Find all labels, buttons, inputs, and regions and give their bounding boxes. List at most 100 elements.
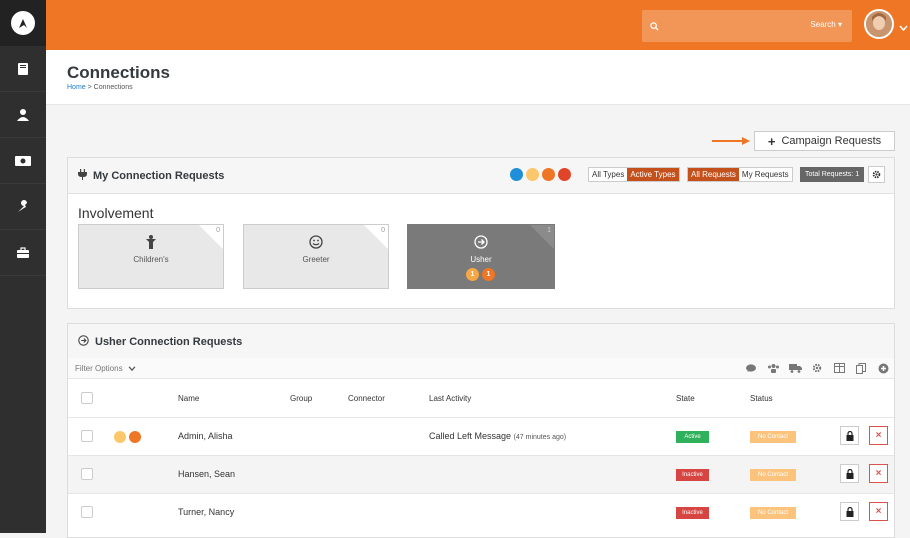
status-dot-red[interactable] (558, 168, 571, 181)
gear-icon (872, 170, 881, 179)
column-header-name[interactable]: Name (178, 394, 199, 403)
search-scope-dropdown[interactable]: Search ▾ (810, 20, 842, 29)
row-name: Admin, Alisha (178, 431, 233, 441)
column-header-group[interactable]: Group (290, 394, 312, 403)
tile-count: 0 (381, 227, 385, 234)
sidebar-item-book[interactable] (0, 46, 46, 92)
column-header-last-activity[interactable]: Last Activity (429, 394, 471, 403)
search-input[interactable]: Search ▾ (642, 10, 852, 42)
all-types-toggle[interactable]: All Types (589, 168, 627, 181)
bulk-update-truck-icon[interactable] (788, 361, 802, 375)
lock-button[interactable] (840, 464, 859, 483)
lock-icon (846, 506, 853, 517)
delete-button[interactable]: × (869, 426, 888, 445)
sidebar-item-admin[interactable] (0, 230, 46, 276)
logo-icon (11, 11, 35, 35)
briefcase-icon (17, 246, 29, 258)
page-title: Connections (67, 63, 170, 82)
pointer-arrow-icon (712, 137, 750, 145)
tile-count: 1 (547, 227, 551, 234)
row-status-dot-yellow (114, 431, 126, 443)
delete-button[interactable]: × (869, 464, 888, 483)
close-icon: × (875, 506, 882, 517)
sidebar-item-people[interactable] (0, 92, 46, 138)
state-badge: Inactive (676, 469, 709, 481)
activity-text: Called Left Message (429, 431, 512, 441)
merge-people-icon[interactable] (766, 361, 780, 375)
money-icon (15, 155, 31, 166)
search-icon (650, 18, 659, 36)
status-badge: No Contact (750, 507, 796, 519)
row-name: Turner, Nancy (178, 507, 235, 517)
lock-button[interactable] (840, 502, 859, 521)
table-row[interactable]: Turner, Nancy Inactive No Contact × (68, 493, 894, 531)
row-checkbox[interactable] (81, 468, 93, 480)
delete-button[interactable]: × (869, 502, 888, 521)
select-all-checkbox[interactable] (81, 392, 93, 404)
column-header-state[interactable]: State (676, 394, 695, 403)
breadcrumb-current: Connections (93, 84, 133, 91)
status-badge: No Contact (750, 431, 796, 443)
tile-childrens[interactable]: 0 Children's (78, 224, 224, 289)
sidebar-item-finance[interactable] (0, 138, 46, 184)
column-header-connector[interactable]: Connector (348, 394, 385, 403)
tile-name: Children's (133, 255, 169, 264)
lock-icon (846, 468, 853, 479)
arrow-circle-right-icon (78, 334, 89, 349)
wrench-icon (18, 199, 27, 212)
child-icon (79, 235, 223, 249)
usher-panel-title: Usher Connection Requests (95, 335, 243, 348)
state-badge: Inactive (676, 507, 709, 519)
row-checkbox[interactable] (81, 430, 93, 442)
page-header: Connections Home > Connections (46, 50, 910, 105)
filter-options-label: Filter Options (75, 364, 123, 373)
add-icon[interactable] (876, 361, 890, 375)
close-icon: × (875, 468, 882, 479)
campaign-requests-button[interactable]: + Campaign Requests (754, 131, 895, 151)
state-badge: Active (676, 431, 709, 443)
status-dot-yellow[interactable] (526, 168, 539, 181)
active-types-toggle[interactable]: Active Types (627, 168, 679, 181)
row-last-activity: Called Left Message (47 minutes ago) (429, 431, 566, 441)
merge-template-icon[interactable] (854, 361, 868, 375)
usher-badge-yellow: 1 (466, 268, 479, 281)
my-requests-toggle[interactable]: My Requests (739, 168, 792, 181)
communicate-icon[interactable] (744, 361, 758, 375)
my-connection-requests-title: My Connection Requests (93, 169, 225, 182)
lock-button[interactable] (840, 426, 859, 445)
tile-name: Greeter (302, 255, 330, 264)
total-requests-badge: Total Requests: 1 (800, 167, 865, 182)
breadcrumb-home-link[interactable]: Home (67, 84, 86, 91)
book-icon (18, 62, 28, 75)
all-requests-toggle[interactable]: All Requests (688, 168, 739, 181)
chevron-down-icon[interactable] (899, 18, 908, 36)
arrow-circle-right-icon (408, 235, 554, 249)
filter-options-toggle[interactable]: Filter Options (75, 364, 136, 373)
request-filter-toggle: All Requests My Requests (687, 167, 793, 182)
status-dot-blue[interactable] (510, 168, 523, 181)
campaign-requests-label: Campaign Requests (781, 135, 882, 147)
user-avatar[interactable] (864, 9, 894, 39)
gear-icon[interactable] (810, 361, 824, 375)
involvement-heading: Involvement (78, 205, 154, 221)
table-row[interactable]: Admin, Alisha Called Left Message (47 mi… (68, 417, 894, 455)
smile-icon (244, 235, 388, 249)
status-dot-orange[interactable] (542, 168, 555, 181)
breadcrumb-separator: > (85, 84, 94, 91)
excel-export-icon[interactable] (832, 361, 846, 375)
table-row[interactable]: Hansen, Sean Inactive No Contact × (68, 455, 894, 493)
breadcrumb: Home > Connections (67, 84, 133, 91)
tile-usher[interactable]: 1 Usher (407, 224, 555, 289)
activity-time: (47 minutes ago) (513, 434, 567, 441)
sidebar-item-tools[interactable] (0, 184, 46, 230)
row-status-dot-orange (129, 431, 141, 443)
chevron-down-icon (128, 366, 136, 372)
rock-logo[interactable] (0, 0, 46, 46)
row-checkbox[interactable] (81, 506, 93, 518)
plus-icon: + (767, 133, 776, 149)
tile-greeter[interactable]: 0 Greeter (243, 224, 389, 289)
column-header-status[interactable]: Status (750, 394, 773, 403)
row-name: Hansen, Sean (178, 469, 236, 479)
settings-button[interactable] (868, 166, 885, 183)
close-icon: × (875, 430, 882, 441)
